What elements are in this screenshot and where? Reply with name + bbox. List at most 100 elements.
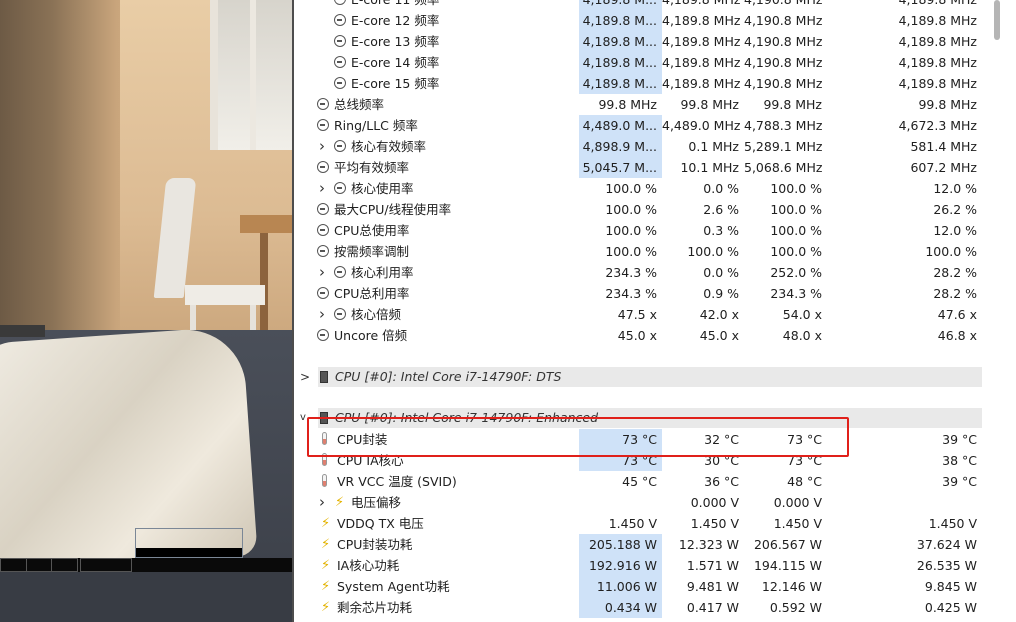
sensor-label: E-core 13 频率 — [351, 34, 440, 49]
min-value: 4,189.8 MHz — [662, 0, 744, 10]
gauge-circle-icon — [334, 266, 346, 278]
gauge-circle-icon — [317, 119, 329, 131]
avg-value: 4,189.8 MHz — [898, 13, 977, 28]
max-value: 4,190.8 MHz — [744, 0, 827, 10]
sensor-row[interactable]: › 核心倍频 47.5 x 42.0 x 54.0 x 47.6 x — [292, 304, 982, 325]
max-value: 100.0 % — [770, 202, 822, 217]
thumbnail-cell[interactable] — [80, 558, 132, 572]
min-value: 45.0 x — [699, 328, 739, 343]
sensor-label: CPU总利用率 — [334, 286, 410, 301]
sensor-row[interactable]: 按需频率调制 100.0 % 100.0 % 100.0 % 100.0 % — [292, 241, 982, 262]
avg-value: 100.0 % — [925, 244, 977, 259]
sensor-label: 剩余芯片功耗 — [337, 600, 413, 615]
max-value: 4,190.8 MHz — [744, 13, 823, 28]
current-value: 100.0 % — [605, 244, 657, 259]
min-value: 100.0 % — [687, 244, 739, 259]
sensor-row[interactable]: Uncore 倍频 45.0 x 45.0 x 48.0 x 46.8 x — [292, 325, 982, 346]
sensor-label: 按需频率调制 — [334, 244, 410, 259]
avg-value: 26.2 % — [933, 202, 977, 217]
max-value: 5,068.6 MHz — [744, 160, 823, 175]
min-value: 2.6 % — [703, 202, 739, 217]
avg-value: 9.845 W — [924, 579, 977, 594]
sensor-row[interactable]: ⚡ IA核心功耗 192.916 W 1.571 W 194.115 W 26.535 W — [292, 555, 982, 576]
min-value: 0.3 % — [703, 223, 739, 238]
sensor-row[interactable]: › ⚡ 电压偏移 0.000 V 0.000 V — [292, 492, 982, 513]
sensor-row[interactable]: ⚡ VDDQ TX 电压 1.450 V 1.450 V 1.450 V 1.450 V — [292, 513, 982, 534]
avg-value: 0.425 W — [924, 600, 977, 615]
avg-value: 4,189.8 MHz — [898, 76, 977, 91]
current-value: 45 °C — [622, 474, 657, 489]
sensor-row[interactable]: › 核心利用率 234.3 % 0.0 % 252.0 % 28.2 % — [292, 262, 982, 283]
sensor-label: VDDQ TX 电压 — [337, 516, 424, 531]
sensor-row[interactable]: ⚡ CPU封装功耗 205.188 W 12.323 W 206.567 W 37.624… — [292, 534, 982, 555]
max-value: 100.0 % — [770, 223, 822, 238]
max-value: 48.0 x — [782, 328, 822, 343]
sensor-row[interactable]: › 核心有效频率 4,898.9 M... 0.1 MHz 5,289.1 MHz 581… — [292, 136, 982, 157]
avg-value: 607.2 MHz — [910, 160, 977, 175]
current-value: 11.006 W — [579, 576, 662, 597]
min-value: 0.000 V — [690, 495, 739, 510]
expand-chevron-icon[interactable]: › — [319, 136, 325, 157]
sensor-row[interactable]: VR VCC 温度 (SVID) 45 °C 36 °C 48 °C 39 °C — [292, 471, 982, 492]
current-value: 4,898.9 M... — [579, 136, 662, 157]
current-value: 4,189.8 M... — [579, 0, 662, 10]
current-value: 4,189.8 M... — [579, 73, 662, 94]
lightning-icon: ⚡ — [335, 495, 345, 510]
gauge-circle-icon — [317, 329, 329, 341]
desktop-wallpaper — [0, 0, 292, 622]
min-value: 12.323 W — [678, 537, 739, 552]
sensor-row[interactable]: CPU总利用率 234.3 % 0.9 % 234.3 % 28.2 % — [292, 283, 982, 304]
max-value: 99.8 MHz — [763, 97, 822, 112]
thumbnail-cell[interactable] — [26, 558, 78, 572]
expand-chevron-icon[interactable]: › — [319, 492, 325, 513]
max-value: 48 °C — [787, 474, 822, 489]
gauge-circle-icon — [334, 0, 346, 5]
avg-value: 47.6 x — [937, 307, 977, 322]
sensor-row[interactable]: E-core 14 频率 4,189.8 M... 4,189.8 MHz 4,190… — [292, 52, 982, 73]
section-header-dts[interactable]: CPU [#0]: Intel Core i7-14790F: DTS — [318, 367, 982, 387]
min-value: 0.417 W — [686, 600, 739, 615]
sensor-label: 总线频率 — [334, 97, 385, 112]
lightning-icon: ⚡ — [321, 516, 331, 531]
current-value: 234.3 % — [605, 286, 657, 301]
min-value: 1.450 V — [690, 516, 739, 531]
sensor-row[interactable]: CPU总使用率 100.0 % 0.3 % 100.0 % 12.0 % — [292, 220, 982, 241]
gauge-circle-icon — [334, 35, 346, 47]
vertical-scrollbar[interactable] — [986, 0, 1016, 622]
lightning-icon: ⚡ — [321, 600, 331, 615]
sensor-label: 平均有效频率 — [334, 160, 410, 175]
section-expand-chevron[interactable]: > — [300, 367, 310, 387]
section-collapse-chevron[interactable]: v — [300, 408, 306, 428]
sensor-row[interactable]: E-core 13 频率 4,189.8 M... 4,189.8 MHz 4,190… — [292, 31, 982, 52]
max-value: 100.0 % — [770, 181, 822, 196]
annotation-highlight-box — [307, 417, 849, 457]
avg-value: 4,189.8 MHz — [898, 34, 977, 49]
min-value: 0.0 % — [703, 265, 739, 280]
avg-value: 26.535 W — [916, 558, 977, 573]
sensor-row[interactable]: › 核心使用率 100.0 % 0.0 % 100.0 % 12.0 % — [292, 178, 982, 199]
sensor-row[interactable]: E-core 12 频率 4,189.8 M... 4,189.8 MHz 4,190… — [292, 10, 982, 31]
current-value: 0.434 W — [579, 597, 662, 618]
expand-chevron-icon[interactable]: › — [319, 304, 325, 325]
scrollbar-thumb[interactable] — [994, 0, 1000, 40]
expand-chevron-icon[interactable]: › — [319, 262, 325, 283]
max-value: 4,788.3 MHz — [744, 118, 823, 133]
sensor-row[interactable]: E-core 15 频率 4,189.8 M... 4,189.8 MHz 4,190… — [292, 73, 982, 94]
chair-seat — [185, 285, 265, 305]
thumbnail-frame[interactable] — [135, 528, 243, 558]
sensor-row[interactable]: ⚡ System Agent功耗 11.006 W 9.481 W 12.146 W 9.… — [292, 576, 982, 597]
sensor-row[interactable]: E-core 11 频率4,189.8 M...4,189.8 MHz4,190… — [292, 0, 982, 10]
avg-value: 4,189.8 MHz — [827, 0, 982, 10]
sensor-row[interactable]: 平均有效频率 5,045.7 M... 10.1 MHz 5,068.6 MHz 607… — [292, 157, 982, 178]
sensor-row[interactable]: 总线频率 99.8 MHz 99.8 MHz 99.8 MHz 99.8 MHz — [292, 94, 982, 115]
current-value: 47.5 x — [617, 307, 657, 322]
sensor-row[interactable]: Ring/LLC 频率 4,489.0 M... 4,489.0 MHz 4,788.… — [292, 115, 982, 136]
gauge-circle-icon — [317, 287, 329, 299]
expand-chevron-icon[interactable]: › — [319, 178, 325, 199]
current-value: 192.916 W — [579, 555, 662, 576]
avg-value: 39 °C — [942, 432, 977, 447]
current-value: 1.450 V — [608, 516, 657, 531]
min-value: 10.1 MHz — [680, 160, 739, 175]
sensor-row[interactable]: 最大CPU/线程使用率 100.0 % 2.6 % 100.0 % 26.2 % — [292, 199, 982, 220]
sensor-row[interactable]: ⚡ 剩余芯片功耗 0.434 W 0.417 W 0.592 W 0.425 W — [292, 597, 982, 618]
